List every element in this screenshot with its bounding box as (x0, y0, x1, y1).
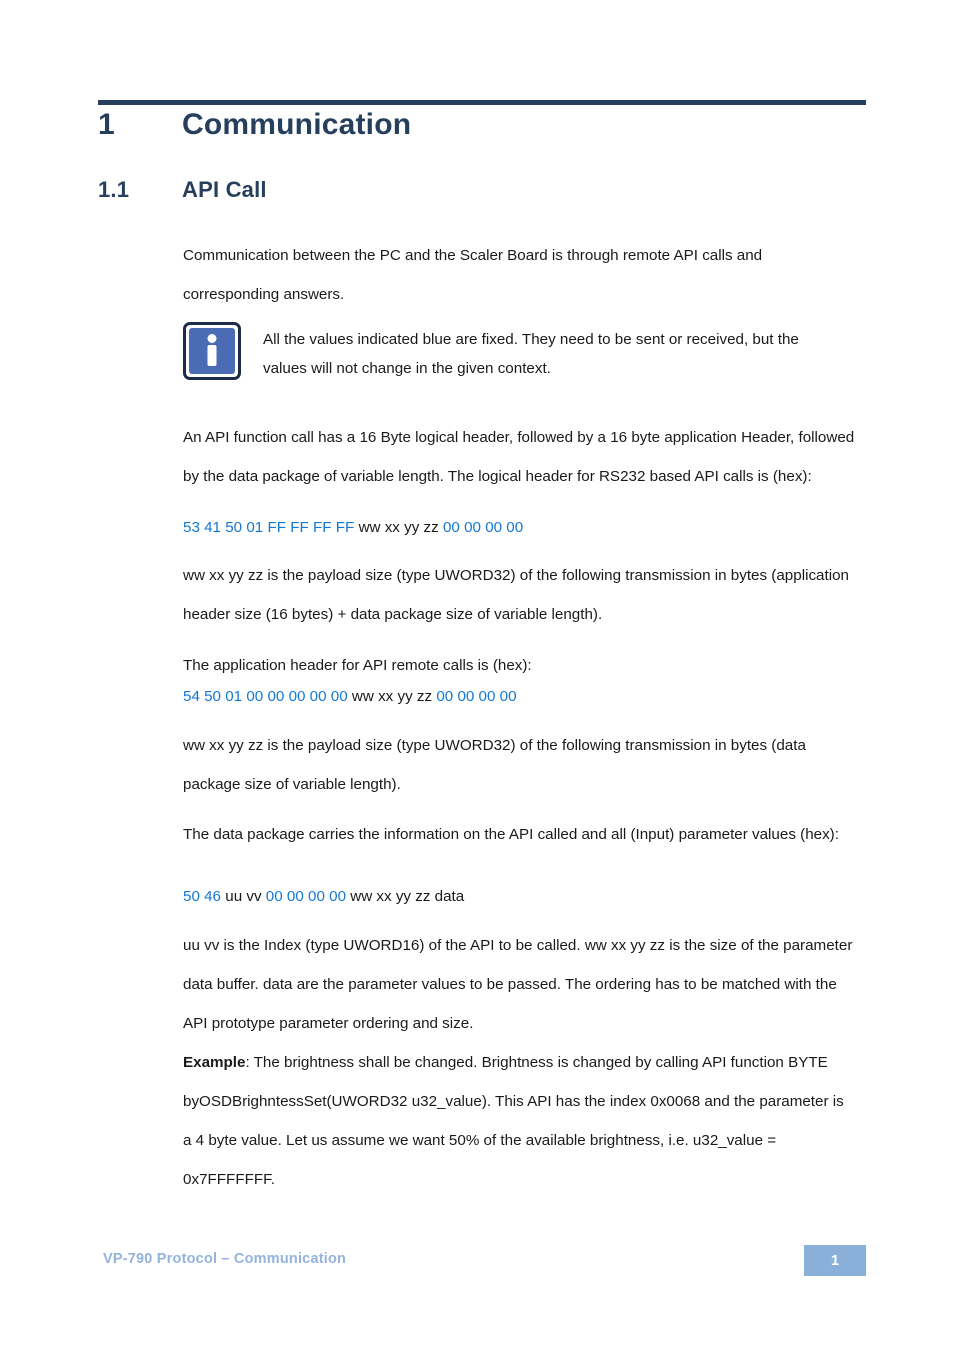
paragraph-payload-size-1: ww xx yy zz is the payload size (type UW… (183, 567, 849, 623)
hex-line-data-package: 50 46 uu vv 00 00 00 00 ww xx yy zz data (183, 877, 855, 916)
info-note: All the values indicated blue are fixed.… (183, 322, 855, 383)
heading1-number: 1 (98, 108, 115, 141)
hex-variable-mid: ww xx yy zz (351, 688, 433, 705)
hex-variable-suffix: ww xx yy zz data (350, 888, 465, 905)
heading2-title: API Call (182, 177, 267, 202)
info-icon-inner (189, 328, 235, 374)
example-body: : The brightness shall be changed. Brigh… (183, 1054, 844, 1188)
info-icon-stem (207, 344, 217, 366)
info-icon-dot (207, 334, 217, 344)
hex-line-logical-header: 53 41 50 01 FF FF FF FF ww xx yy zz 00 0… (183, 508, 855, 547)
hex-variable-mid: ww xx yy zz (358, 519, 439, 536)
paragraph-data-package-intro: The data package carries the information… (183, 826, 839, 843)
footer-label: VP-790 Protocol – Communication (103, 1251, 347, 1267)
heading1-title: Communication (182, 108, 412, 141)
hex-fixed-prefix: 54 50 01 00 00 00 00 00 (183, 688, 348, 705)
paragraph-logical-header-intro: An API function call has a 16 Byte logic… (183, 429, 855, 485)
info-note-text: All the values indicated blue are fixed.… (263, 331, 799, 377)
hex-fixed-suffix: 00 00 00 00 (442, 519, 524, 536)
hex-variable-mid: uu vv (225, 888, 262, 905)
section-heading: 1.1 API Call (98, 177, 866, 203)
hex-fixed-prefix: 50 46 (183, 888, 222, 905)
page-number-badge: 1 (804, 1245, 866, 1276)
info-icon (183, 322, 241, 380)
page-title: 1 Communication (98, 108, 866, 142)
hex-fixed-prefix: 53 41 50 01 FF FF FF FF (183, 519, 355, 536)
hex-line-application-header: 54 50 01 00 00 00 00 00 ww xx yy zz 00 0… (183, 677, 855, 716)
paragraph-payload-size-2: ww xx yy zz is the payload size (type UW… (183, 737, 806, 793)
paragraph-example: Example: The brightness shall be changed… (183, 1043, 855, 1199)
heading2-number: 1.1 (98, 177, 130, 202)
hex-fixed-middle: 00 00 00 00 (265, 888, 347, 905)
hex-fixed-suffix: 00 00 00 00 (436, 688, 517, 705)
example-label: Example (183, 1054, 246, 1071)
heading-rule (98, 100, 866, 105)
paragraph-index-explanation: uu vv is the Index (type UWORD16) of the… (183, 937, 853, 1032)
document-page: 1 Communication 1.1 API Call Communication… (0, 0, 954, 1354)
page-footer: VP-790 Protocol – Communication 1 (98, 1245, 866, 1278)
paragraph-intro: Communication between the PC and the Sca… (183, 247, 763, 303)
